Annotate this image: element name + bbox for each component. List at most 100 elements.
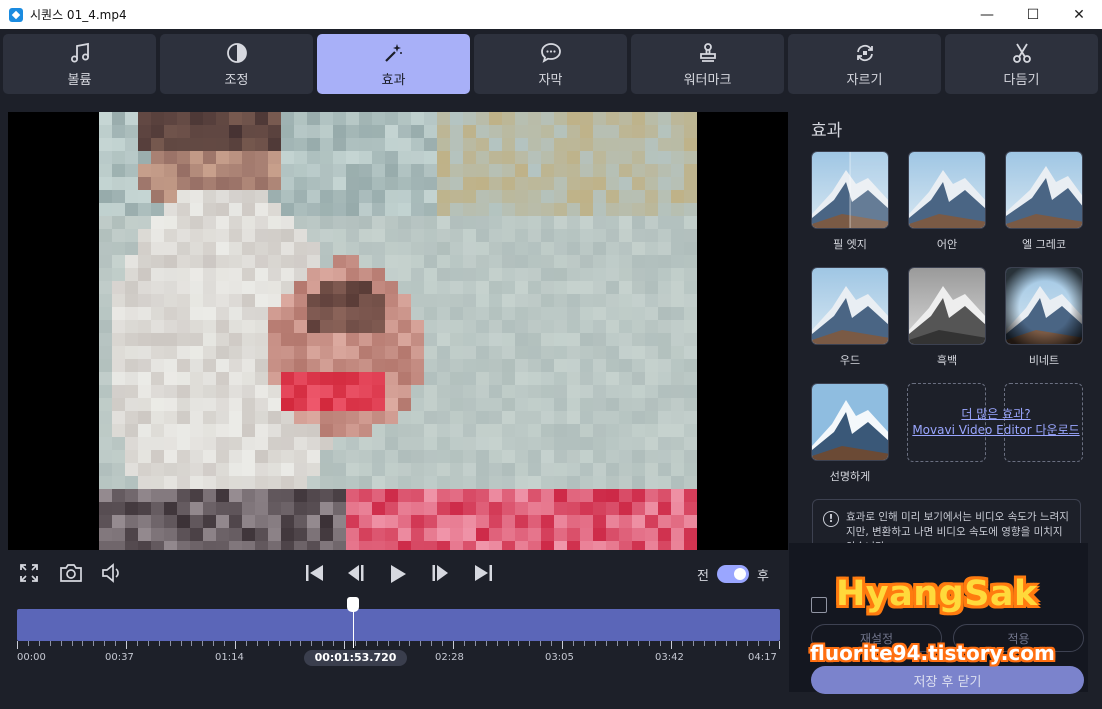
close-button[interactable]: ✕	[1056, 0, 1102, 29]
timeline-tick	[693, 641, 694, 646]
pixelated-video-image	[99, 112, 697, 550]
timeline-tick	[202, 641, 203, 646]
timeline-ticks	[17, 641, 780, 649]
effect-el-greco[interactable]: 엘 그레코	[1004, 151, 1084, 252]
timeline-tick	[257, 641, 258, 646]
tab-label: 볼륨	[67, 72, 92, 88]
window-controls: — ☐ ✕	[964, 0, 1102, 29]
effect-black-white[interactable]: 흑백	[907, 267, 987, 368]
effect-thumbnail	[908, 151, 986, 229]
timeline-track[interactable]	[17, 609, 780, 641]
scissors-icon	[1012, 43, 1031, 63]
toggle-knob	[734, 568, 746, 580]
effect-sharpen[interactable]: 선명하게	[810, 383, 890, 484]
timeline-tick	[497, 641, 498, 646]
tab-effects[interactable]: 효과	[317, 34, 470, 94]
timeline-tick	[311, 641, 312, 646]
timeline-tick	[617, 641, 618, 646]
effect-vignette[interactable]: 비네트	[1004, 267, 1084, 368]
info-icon: !	[823, 511, 839, 527]
timeline-tick	[758, 641, 759, 646]
timeline-tick	[126, 641, 127, 649]
save-and-close-button[interactable]: 저장 후 닫기	[811, 666, 1084, 694]
timeline-tick	[181, 641, 182, 646]
timeline-tick	[431, 641, 432, 646]
timeline-tick	[486, 641, 487, 646]
timeline-tick	[366, 641, 367, 646]
timeline-tick	[540, 641, 541, 646]
tab-subtitles[interactable]: 자막	[474, 34, 627, 94]
effect-thumbnail	[1005, 267, 1083, 345]
fullscreen-icon[interactable]	[19, 563, 39, 583]
minimize-button[interactable]: —	[964, 0, 1010, 29]
timeline-tick	[170, 641, 171, 646]
effect-fisheye[interactable]: 어안	[907, 151, 987, 252]
timeline-tick	[388, 641, 389, 646]
maximize-button[interactable]: ☐	[1010, 0, 1056, 29]
time-label: 03:05	[545, 652, 574, 663]
camera-icon[interactable]	[59, 563, 83, 583]
effect-name: 비네트	[1028, 354, 1060, 367]
timeline-tick	[279, 641, 280, 646]
tab-label: 다듬기	[1003, 72, 1040, 88]
rotate-crop-icon	[856, 44, 873, 61]
timeline-tick	[562, 641, 563, 649]
skip-to-start-icon[interactable]	[305, 564, 325, 582]
after-label: 후	[757, 569, 769, 584]
previous-frame-icon[interactable]	[346, 564, 366, 582]
timeline-tick	[104, 641, 105, 646]
next-frame-icon[interactable]	[430, 564, 450, 582]
panel-title: 효과	[811, 121, 843, 141]
more-effects-line2: Movavi Video Editor 다운로드	[912, 423, 1080, 437]
timeline-tick	[355, 641, 356, 646]
time-label: 00:37	[105, 652, 134, 663]
time-label: 04:17	[748, 652, 777, 663]
timeline-tick	[399, 641, 400, 646]
tab-crop[interactable]: 자르기	[788, 34, 941, 94]
speaker-icon[interactable]	[101, 563, 123, 583]
effect-name: 어안	[936, 238, 958, 251]
effect-film-edge[interactable]: 필 엣지	[810, 151, 890, 252]
timeline-tick	[344, 641, 345, 649]
magic-wand-icon	[384, 43, 402, 62]
timeline-tick	[300, 641, 301, 646]
timeline-tick	[660, 641, 661, 646]
timeline-tick	[442, 641, 443, 646]
timeline-tick	[268, 641, 269, 646]
window-title: 시퀀스 01_4.mp4	[30, 8, 127, 22]
tab-watermark[interactable]: 워터마크	[631, 34, 784, 94]
timeline-tick	[213, 641, 214, 646]
current-time-display: 00:01:53.720	[304, 650, 407, 666]
timeline-tick	[137, 641, 138, 646]
timeline-tick	[453, 641, 454, 649]
timeline-tick	[638, 641, 639, 646]
more-effects-line1: 더 많은 효과?	[961, 407, 1031, 421]
tab-volume[interactable]: 볼륨	[3, 34, 156, 94]
playhead-line	[353, 606, 354, 648]
apply-checkbox[interactable]	[811, 597, 827, 613]
tab-adjust[interactable]: 조정	[160, 34, 313, 94]
tab-label: 효과	[381, 72, 406, 88]
timeline-tick	[61, 641, 62, 646]
more-effects-link[interactable]: 더 많은 효과? Movavi Video Editor 다운로드	[905, 406, 1087, 438]
timeline-tick	[529, 641, 530, 646]
timeline-tick	[627, 641, 628, 646]
tab-trim[interactable]: 다듬기	[945, 34, 1098, 94]
video-preview	[8, 112, 788, 550]
timeline-tick	[595, 641, 596, 646]
skip-to-end-icon[interactable]	[473, 564, 493, 582]
timeline-tick	[17, 641, 18, 649]
timeline-tick	[290, 641, 291, 646]
before-label: 전	[697, 569, 709, 584]
timeline-tick	[508, 641, 509, 646]
effect-wood[interactable]: 우드	[810, 267, 890, 368]
tab-label: 자르기	[846, 72, 883, 88]
play-icon[interactable]	[389, 564, 407, 584]
effect-thumbnail	[908, 267, 986, 345]
before-after-toggle[interactable]	[717, 565, 749, 583]
timeline-tick	[39, 641, 40, 646]
effect-name: 엘 그레코	[1022, 238, 1066, 251]
playhead-handle[interactable]	[347, 597, 359, 612]
timeline-tick	[235, 641, 236, 649]
timeline-tick	[322, 641, 323, 646]
